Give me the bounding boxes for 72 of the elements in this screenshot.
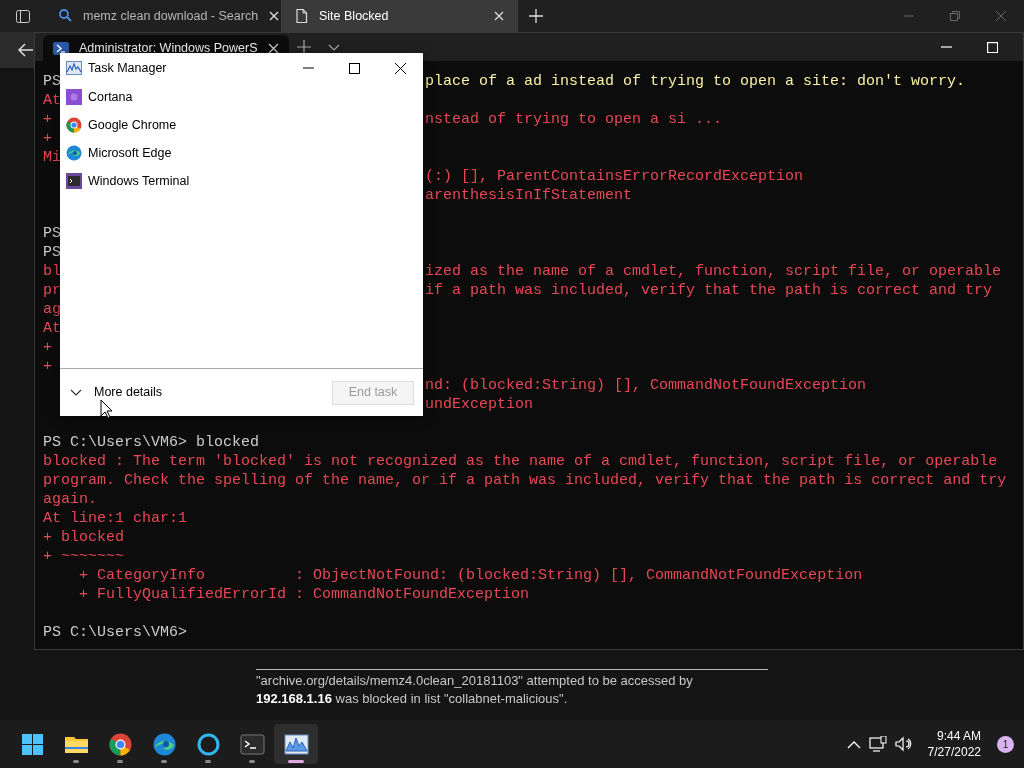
- window-title: Task Manager: [88, 59, 167, 77]
- terminal-line: PS C:\Users\VM6> blocked: [43, 433, 260, 452]
- notification-badge[interactable]: 1: [997, 735, 1014, 753]
- terminal-line: blocked : The term 'blocked' is not recognized as the name of a cmdlet, function, script file, or operable: [43, 452, 998, 471]
- terminal-icon: [239, 731, 265, 757]
- terminal-text: +: [43, 358, 52, 375]
- edge-icon: [66, 145, 82, 161]
- terminal-text: PS: [43, 225, 61, 242]
- terminal-line: again.: [43, 490, 97, 509]
- edge-icon: [151, 731, 177, 757]
- terminal-text: pr: [43, 282, 61, 299]
- terminal-line: + CategoryInfo : ObjectNotFound: (blocked:String) [], CommandNotFoundException: [78, 566, 863, 585]
- app-list-item[interactable]: Microsoft Edge: [60, 139, 423, 167]
- terminal-line: + blocked: [43, 528, 124, 547]
- terminal-text: PS: [43, 73, 61, 90]
- terminal-text: undException: [425, 395, 534, 414]
- close-icon: [394, 62, 406, 74]
- app-list-item[interactable]: Windows Terminal: [60, 167, 423, 195]
- plus-icon: [529, 9, 543, 23]
- terminal-line: + ~~~~~~~: [43, 547, 124, 566]
- terminal-text: ag: [43, 301, 61, 318]
- chrome-icon: [66, 117, 82, 133]
- taskbar-app-button[interactable]: [274, 724, 318, 764]
- blocked-notice-text: "archive.org/details/memz4.0clean_20181103" attempted to be accessed by: [256, 672, 694, 690]
- terminal-text: +: [43, 111, 52, 128]
- terminal-line: PS C:\Users\VM6>: [43, 623, 188, 642]
- clock-button[interactable]: 9:44 AM 7/27/2022: [919, 728, 989, 760]
- sidebar-icon: [15, 8, 31, 24]
- terminal-text: +: [43, 339, 52, 356]
- close-icon[interactable]: [268, 10, 281, 22]
- terminal-text: bl: [43, 263, 61, 280]
- cortana-icon: [195, 731, 221, 757]
- browser-tab[interactable]: Site Blocked: [282, 0, 518, 32]
- terminal-text: nstead of trying to open a si ...: [425, 110, 723, 129]
- terminal-text: ized as the name of a cmdlet, function, script file, or operable: [425, 262, 1002, 281]
- chevron-down-icon: [327, 43, 340, 51]
- terminal-text: (:) [], ParentContainsErrorRecordException: [425, 167, 804, 186]
- terminal-line: At line:1 char:1: [43, 509, 188, 528]
- app-list-item[interactable]: Google Chrome: [60, 111, 423, 139]
- close-icon[interactable]: [493, 10, 505, 22]
- blocked-notice-text: 192.168.1.16 was blocked in list "collabnet-malicious".: [256, 690, 569, 708]
- app-list-item[interactable]: Cortana: [60, 83, 423, 111]
- terminal-text: arenthesisInIfStatement: [425, 186, 633, 205]
- close-icon[interactable]: [267, 42, 279, 54]
- terminal-line: + FullyQualifiedErrorId : CommandNotFoundException: [78, 585, 530, 604]
- chart-icon: [66, 61, 82, 75]
- chart-icon: [283, 731, 309, 757]
- terminal-text: if a path was included, verify that the path is correct and try: [425, 281, 993, 300]
- chevron-up-icon[interactable]: [846, 739, 861, 749]
- terminal-text: Mi: [43, 149, 61, 166]
- search-icon: [58, 8, 73, 24]
- restore-icon: [950, 11, 960, 21]
- cortana-icon: [66, 89, 82, 105]
- maximize-icon: [348, 62, 360, 74]
- start-icon: [19, 731, 45, 757]
- terminal-text: +: [43, 130, 52, 147]
- maximize-icon: [986, 41, 998, 53]
- terminal-text: PS: [43, 244, 61, 261]
- volume-icon[interactable]: [894, 736, 912, 752]
- terminal-text: nd: (blocked:String) [], CommandNotFoundException: [425, 376, 867, 395]
- terminal-text: At: [43, 92, 61, 109]
- chrome-icon: [107, 731, 133, 757]
- terminal-text: At: [43, 320, 61, 337]
- chevron-down-icon: [70, 389, 82, 396]
- network-icon[interactable]: [868, 736, 887, 752]
- back-arrow-icon: [18, 43, 34, 57]
- close-icon: [996, 11, 1006, 21]
- terminal-icon: [66, 173, 82, 189]
- plus-icon: [296, 40, 311, 54]
- page-icon: [294, 8, 309, 24]
- terminal-text: place of a ad instead of trying to open a site: don't worry.: [425, 72, 966, 91]
- terminal-line: program. Check the spelling of the name, or if a path was included, verify that the path is correct and try: [43, 471, 1007, 490]
